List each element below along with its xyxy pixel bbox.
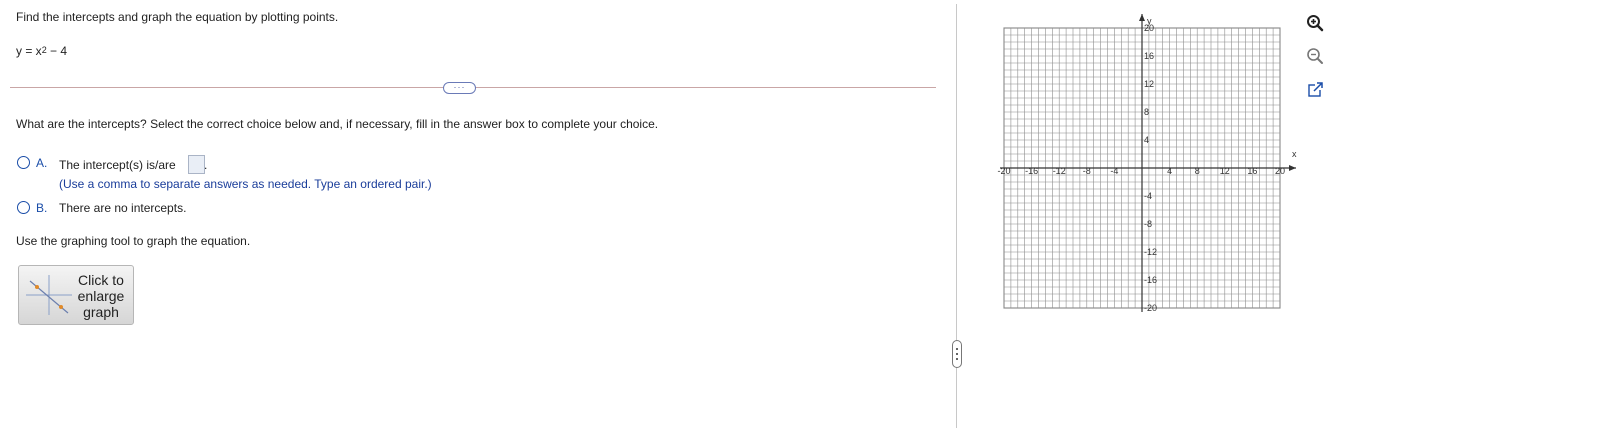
external-link-icon[interactable] [1305, 80, 1325, 100]
x-tick-label: -4 [1110, 166, 1118, 176]
intercepts-answer-input[interactable] [188, 155, 205, 174]
expand-more-button[interactable]: ··· [443, 82, 476, 94]
choice-a-radio[interactable] [17, 156, 30, 169]
x-tick-label: 8 [1195, 166, 1200, 176]
choice-b-text: There are no intercepts. [59, 201, 187, 215]
choice-a-hint: (Use a comma to separate answers as need… [59, 177, 432, 191]
y-tick-label: -8 [1144, 219, 1152, 229]
x-tick-label: 4 [1167, 166, 1172, 176]
y-tick-label: -16 [1144, 275, 1157, 285]
choice-b-radio[interactable] [17, 201, 30, 214]
y-tick-label: 20 [1144, 23, 1154, 33]
x-axis-arrow [1289, 165, 1296, 171]
x-tick-label: -20 [997, 166, 1010, 176]
x-tick-label: -16 [1025, 166, 1038, 176]
x-tick-label: -12 [1053, 166, 1066, 176]
x-axis-label: x [1292, 149, 1297, 159]
y-tick-label: 12 [1144, 79, 1154, 89]
x-tick-label: 20 [1275, 166, 1285, 176]
y-axis-arrow [1139, 14, 1145, 21]
equation: y = x2 − 4 [16, 44, 67, 59]
y-tick-label: 4 [1144, 135, 1149, 145]
problem-prompt: Find the intercepts and graph the equati… [16, 10, 339, 24]
choice-a-letter: A. [36, 156, 48, 170]
y-tick-label: -12 [1144, 247, 1157, 257]
y-tick-label: 16 [1144, 51, 1154, 61]
choice-a-period: . [204, 158, 208, 172]
choice-a-text: The intercept(s) is/are [59, 158, 176, 172]
enlarge-graph-label: Click to enlarge graph [77, 272, 125, 320]
y-tick-label: -20 [1144, 303, 1157, 313]
equation-exponent: 2 [41, 45, 47, 55]
equation-constant: − 4 [46, 44, 68, 58]
equation-base: y = x [16, 44, 42, 58]
zoom-in-icon[interactable] [1305, 13, 1325, 33]
zoom-out-icon[interactable] [1305, 46, 1325, 66]
x-tick-label: 16 [1247, 166, 1257, 176]
graph-instruction: Use the graphing tool to graph the equat… [16, 234, 251, 248]
splitter-handle[interactable] [952, 340, 962, 368]
x-tick-label: 12 [1220, 166, 1230, 176]
y-tick-label: 8 [1144, 107, 1149, 117]
x-tick-label: -8 [1083, 166, 1091, 176]
choice-b-letter: B. [36, 201, 48, 215]
graph-thumbnail-icon [26, 275, 72, 315]
enlarge-graph-button[interactable]: Click to enlarge graph [18, 265, 134, 325]
y-tick-label: -4 [1144, 191, 1152, 201]
coordinate-graph[interactable]: xy-20 -16 -12 -8 -4 4 8 12 16 2020161284-4-8-12-1… [985, 10, 1300, 315]
question-text: What are the intercepts? Select the corr… [16, 117, 659, 131]
